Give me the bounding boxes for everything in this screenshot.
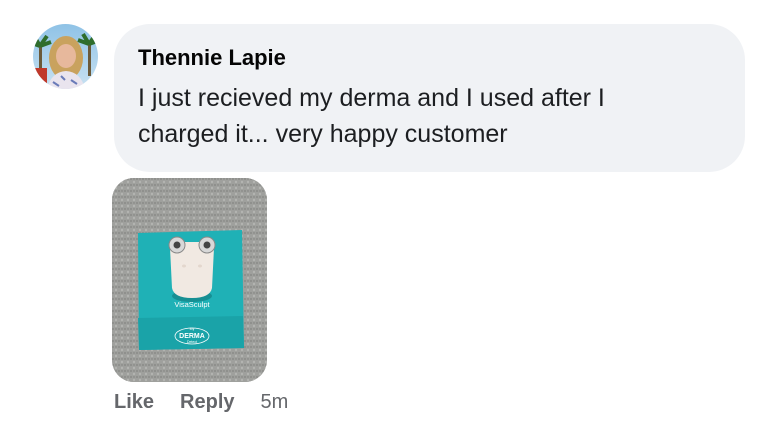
like-button[interactable]: Like bbox=[114, 391, 154, 414]
brand-sub-label: Detect bbox=[187, 340, 197, 344]
brand-small-label: My bbox=[190, 327, 195, 331]
comment-text: I just recieved my derma and I used afte… bbox=[138, 84, 605, 148]
comment-bubble: Thennie Lapie I just recieved my derma a… bbox=[114, 24, 745, 172]
avatar[interactable] bbox=[33, 24, 98, 89]
avatar-photo bbox=[33, 24, 98, 89]
brand-main-label: DERMA bbox=[179, 333, 205, 340]
comment: Thennie Lapie I just recieved my derma a… bbox=[0, 0, 781, 438]
product-name-label: VisaSculpt bbox=[174, 300, 210, 309]
product-box-photo: VisaSculpt My DERMA Detect bbox=[112, 178, 267, 382]
comment-timestamp[interactable]: 5m bbox=[261, 391, 289, 414]
reply-button[interactable]: Reply bbox=[180, 391, 234, 414]
comment-actions: Like Reply 5m bbox=[114, 389, 288, 415]
photo-attachment[interactable]: VisaSculpt My DERMA Detect bbox=[112, 178, 267, 382]
comment-author[interactable]: Thennie Lapie bbox=[138, 45, 286, 71]
